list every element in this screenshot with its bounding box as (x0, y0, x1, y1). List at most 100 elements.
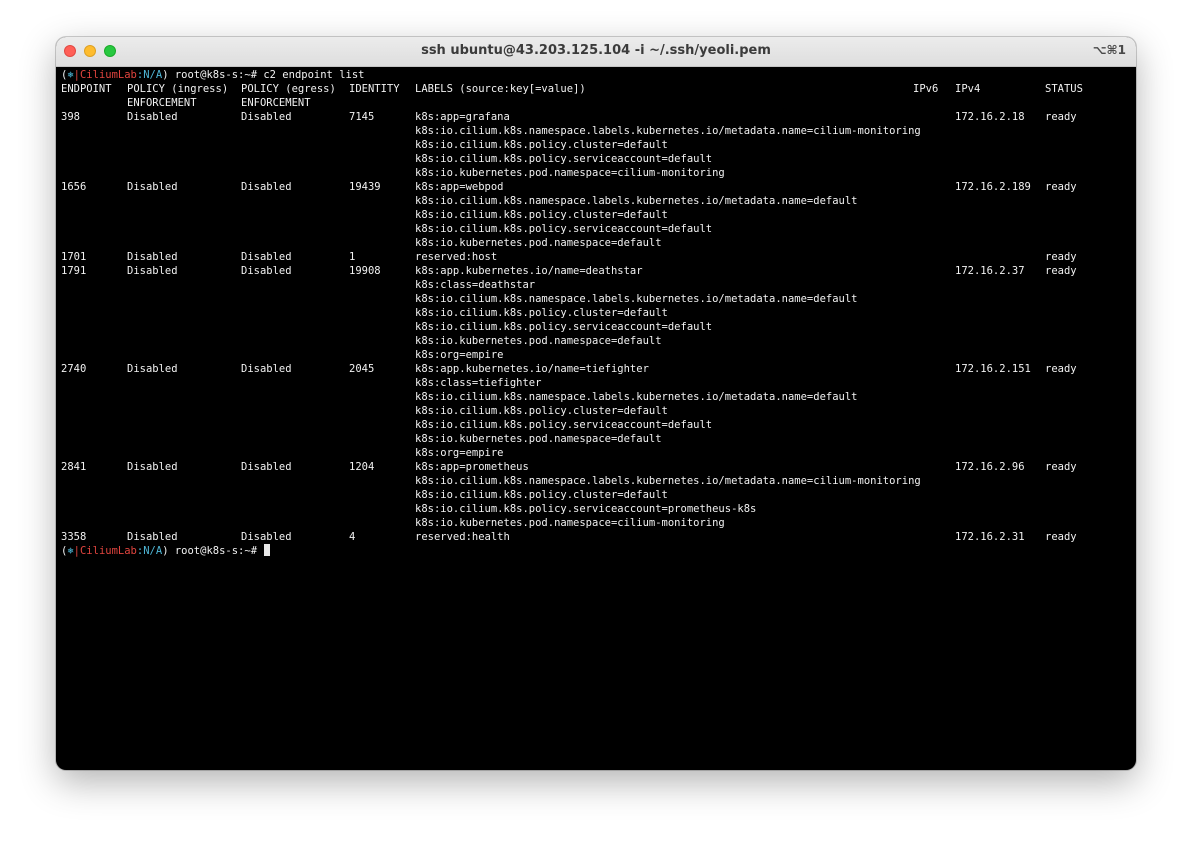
label-entry: k8s:io.cilium.k8s.policy.serviceaccount=… (415, 223, 713, 235)
label-entry: k8s:app=grafana (415, 111, 510, 123)
policy-egress: Disabled (241, 111, 292, 123)
header-endpoint: ENDPOINT (61, 83, 112, 95)
policy-egress: Disabled (241, 251, 292, 263)
table-row: 3358 Disabled Disabled 4 172.16.2.31 ready res… (61, 530, 1136, 544)
policy-egress: Disabled (241, 461, 292, 473)
labels-list: reserved:host (415, 250, 1136, 264)
label-entry: k8s:org=empire (415, 349, 504, 361)
policy-egress: Disabled (241, 265, 292, 277)
status: ready (1045, 181, 1077, 193)
policy-ingress: Disabled (127, 181, 178, 193)
table-row: 1791 Disabled Disabled 19908 172.16.2.37 read… (61, 264, 1136, 362)
endpoint-id: 2841 (61, 461, 87, 473)
table-row: 1656 Disabled Disabled 19439 172.16.2.189 rea… (61, 180, 1136, 250)
endpoint-rows: 398 Disabled Disabled 7145 172.16.2.18 ready k… (61, 110, 1136, 544)
label-entry: k8s:io.cilium.k8s.namespace.labels.kuber… (415, 125, 921, 137)
label-entry: k8s:io.kubernetes.pod.namespace=default (415, 433, 662, 445)
label-entry: k8s:org=empire (415, 447, 504, 459)
label-entry: k8s:io.kubernetes.pod.namespace=default (415, 335, 662, 347)
window-title: ssh ubuntu@43.203.125.104 -i ~/.ssh/yeol… (421, 43, 771, 58)
identity: 2045 (349, 363, 375, 375)
terminal-window[interactable]: ssh ubuntu@43.203.125.104 -i ~/.ssh/yeol… (56, 37, 1136, 770)
policy-egress: Disabled (241, 531, 292, 543)
label-entry: k8s:io.cilium.k8s.policy.serviceaccount=… (415, 419, 713, 431)
ipv4-address: 172.16.2.151 (955, 363, 1031, 375)
policy-egress: Disabled (241, 363, 292, 375)
ipv4-address: 172.16.2.31 (955, 531, 1025, 543)
status: ready (1045, 363, 1077, 375)
prompt-cluster: CiliumLab (79, 69, 137, 81)
endpoint-id: 1701 (61, 251, 87, 263)
table-header: ENDPOINT POLICY (ingress) ENFORCEMENT PO… (61, 82, 1136, 110)
header-ipv4: IPv4 (955, 83, 981, 95)
label-entry: k8s:io.cilium.k8s.namespace.labels.kuber… (415, 293, 858, 305)
label-entry: k8s:io.cilium.k8s.policy.serviceaccount=… (415, 503, 757, 515)
ipv4-address: 172.16.2.189 (955, 181, 1031, 193)
labels-list: k8s:app.kubernetes.io/name=tiefighter k8s… (415, 362, 1136, 460)
status: ready (1045, 265, 1077, 277)
label-entry: k8s:io.cilium.k8s.policy.cluster=default (415, 405, 668, 417)
table-row: 2740 Disabled Disabled 2045 172.16.2.151 read… (61, 362, 1136, 460)
header-identity: IDENTITY (349, 83, 400, 95)
label-entry: k8s:io.cilium.k8s.namespace.labels.kuber… (415, 195, 858, 207)
identity: 1 (349, 251, 356, 263)
policy-egress: Disabled (241, 181, 292, 193)
prompt-namespace: :N/A (136, 69, 163, 81)
header-enforcement-ingress: ENFORCEMENT (127, 97, 197, 109)
header-policy-egress: POLICY (egress) (241, 83, 336, 95)
label-entry: k8s:io.cilium.k8s.policy.cluster=default (415, 307, 668, 319)
command-prompt-line: (⎈|CiliumLab:N/A) root@k8s-s:~# c2 endpo… (61, 68, 1136, 82)
identity: 19439 (349, 181, 381, 193)
identity: 7145 (349, 111, 375, 123)
label-entry: k8s:app.kubernetes.io/name=deathstar (415, 265, 643, 277)
endpoint-id: 3358 (61, 531, 87, 543)
endpoint-id: 1791 (61, 265, 87, 277)
prompt-cluster: CiliumLab (79, 545, 137, 557)
label-entry: reserved:health (415, 531, 510, 543)
label-entry: k8s:io.cilium.k8s.namespace.labels.kuber… (415, 391, 858, 403)
text-cursor[interactable] (264, 544, 271, 556)
window-shortcut-label: ⌥⌘1 (1092, 43, 1126, 57)
endpoint-id: 2740 (61, 363, 87, 375)
endpoint-id: 1656 (61, 181, 87, 193)
policy-ingress: Disabled (127, 363, 178, 375)
label-entry: k8s:io.cilium.k8s.policy.serviceaccount=… (415, 321, 713, 333)
labels-list: k8s:app=grafana k8s:io.cilium.k8s.namespa… (415, 110, 1136, 180)
identity: 19908 (349, 265, 381, 277)
label-entry: k8s:io.cilium.k8s.policy.cluster=default (415, 139, 668, 151)
labels-list: reserved:health (415, 530, 1136, 544)
prompt-user-host: root@k8s-s:~# (168, 545, 264, 557)
policy-ingress: Disabled (127, 251, 178, 263)
status: ready (1045, 111, 1077, 123)
label-entry: k8s:io.cilium.k8s.policy.serviceaccount=… (415, 153, 713, 165)
header-policy-ingress: POLICY (ingress) (127, 83, 229, 95)
labels-list: k8s:app=prometheus k8s:io.cilium.k8s.name… (415, 460, 1136, 530)
label-entry: k8s:io.kubernetes.pod.namespace=default (415, 237, 662, 249)
table-row: 1701 Disabled Disabled 1 ready reserved:host (61, 250, 1136, 264)
header-labels: LABELS (source:key[=value]) (415, 83, 586, 95)
label-entry: k8s:class=deathstar (415, 279, 536, 291)
prompt-user-host: root@k8s-s:~# (168, 69, 264, 81)
terminal-output[interactable]: (⎈|CiliumLab:N/A) root@k8s-s:~# c2 endpo… (61, 68, 1136, 770)
endpoint-id: 398 (61, 111, 80, 123)
label-entry: k8s:class=tiefighter (415, 377, 542, 389)
status: ready (1045, 531, 1077, 543)
title-bar[interactable]: ssh ubuntu@43.203.125.104 -i ~/.ssh/yeol… (56, 37, 1136, 67)
policy-ingress: Disabled (127, 111, 178, 123)
identity: 4 (349, 531, 356, 543)
label-entry: k8s:io.cilium.k8s.policy.cluster=default (415, 489, 668, 501)
header-status: STATUS (1045, 83, 1083, 95)
label-entry: k8s:io.cilium.k8s.namespace.labels.kuber… (415, 475, 921, 487)
status: ready (1045, 251, 1077, 263)
header-enforcement-egress: ENFORCEMENT (241, 97, 311, 109)
policy-ingress: Disabled (127, 265, 178, 277)
typed-command: c2 endpoint list (263, 69, 365, 81)
identity: 1204 (349, 461, 375, 473)
current-prompt-line[interactable]: (⎈|CiliumLab:N/A) root@k8s-s:~# (61, 544, 1136, 558)
label-entry: k8s:io.kubernetes.pod.namespace=cilium-m… (415, 167, 725, 179)
policy-ingress: Disabled (127, 461, 178, 473)
table-row: 398 Disabled Disabled 7145 172.16.2.18 ready k… (61, 110, 1136, 180)
label-entry: reserved:host (415, 251, 498, 263)
policy-ingress: Disabled (127, 531, 178, 543)
status: ready (1045, 461, 1077, 473)
